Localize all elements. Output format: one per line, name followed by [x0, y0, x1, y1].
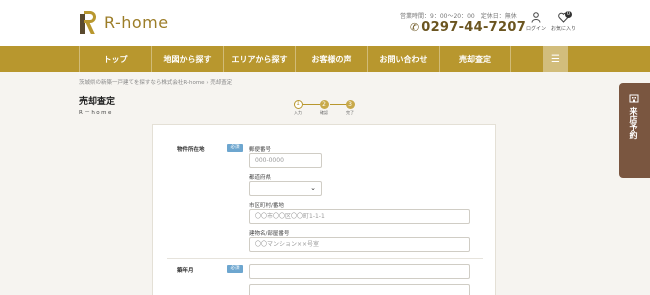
chevron-down-icon: ⌄ — [310, 184, 316, 192]
prefecture-label: 都道府県 — [249, 175, 272, 181]
prefecture-select[interactable]: ⌄ — [249, 181, 322, 196]
main-nav: トップ 地図から探す エリアから探す お客様の声 お問い合わせ 売却査定 ☰ — [0, 46, 650, 72]
nav-item-testimonials[interactable]: お客様の声 — [295, 46, 367, 72]
breadcrumb-current: 売却査定 — [210, 80, 233, 86]
page-title: 売却査定 — [79, 97, 116, 107]
login-button[interactable]: ログイン — [524, 12, 548, 32]
visit-reservation-tab[interactable]: 来店予約 — [619, 83, 650, 178]
phone-icon: ✆ — [410, 21, 420, 34]
phone-number[interactable]: ✆ 0297-44-7207 — [410, 20, 526, 35]
required-badge: 必須 — [227, 265, 243, 273]
building-room-label: 建物名/部屋番号 — [249, 231, 290, 237]
postal-code-label: 郵便番号 — [249, 147, 272, 153]
logo-mark-icon — [80, 11, 98, 34]
city-address-label: 市区町村/番地 — [249, 203, 284, 209]
logo-text: R-home — [104, 13, 169, 32]
user-icon — [524, 12, 548, 25]
year-built-label: 築年月 — [177, 268, 194, 274]
page-subtitle: R－home — [79, 110, 113, 116]
site-header: R-home 営業時間：9：00～20：00 定休日：無休 ✆ 0297-44-… — [0, 0, 650, 46]
login-label: ログイン — [525, 26, 546, 32]
menu-button[interactable]: ☰ — [543, 46, 568, 72]
logo[interactable]: R-home — [80, 11, 169, 34]
divider — [167, 258, 483, 259]
nav-item-area-search[interactable]: エリアから探す — [223, 46, 295, 72]
property-location-label: 物件所在地 — [177, 147, 205, 153]
nav-item-top[interactable]: トップ — [79, 46, 151, 72]
phone-text: 0297-44-7207 — [421, 20, 527, 35]
favorites-button[interactable]: 0 お気に入り — [551, 11, 577, 32]
appraisal-form: 物件所在地 必須 郵便番号 都道府県 ⌄ 市区町村/番地 建物名/部屋番号 築年… — [152, 124, 496, 295]
nav-item-contact[interactable]: お問い合わせ — [367, 46, 439, 72]
city-address-input[interactable] — [249, 209, 470, 224]
visit-reservation-label: 来店予約 — [629, 107, 638, 139]
favorites-count-badge: 0 — [565, 11, 572, 18]
favorites-label: お気に入り — [551, 26, 577, 32]
step-indicator: 1 入力 2 確認 3 完了 — [293, 100, 357, 120]
building-room-input[interactable] — [249, 237, 470, 252]
year-built-input[interactable] — [249, 264, 470, 279]
nav-item-map-search[interactable]: 地図から探す — [151, 46, 223, 72]
building-icon — [629, 93, 639, 106]
breadcrumb-home[interactable]: 茨城県の新築一戸建てを探すなら株式会社R-home — [79, 80, 205, 86]
hamburger-icon: ☰ — [551, 53, 560, 65]
required-badge: 必須 — [227, 144, 243, 152]
nav-item-sale-appraisal[interactable]: 売却査定 — [439, 46, 511, 72]
breadcrumb-separator: › — [206, 80, 209, 86]
postal-code-input[interactable] — [249, 153, 322, 168]
step-input: 1 入力 — [293, 100, 303, 115]
step-complete: 3 完了 — [345, 100, 355, 115]
step-confirm: 2 確認 — [319, 100, 329, 115]
step-connector — [303, 104, 320, 105]
business-hours: 営業時間：9：00～20：00 定休日：無休 — [400, 13, 517, 20]
breadcrumb: 茨城県の新築一戸建てを探すなら株式会社R-home › 売却査定 — [79, 78, 232, 86]
year-built-input-month[interactable] — [249, 284, 470, 295]
